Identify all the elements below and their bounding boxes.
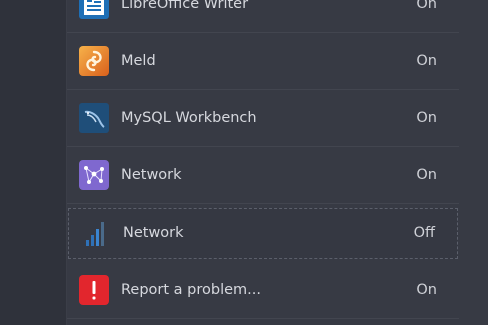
app-name: LibreOffice Writer (121, 0, 249, 12)
app-name: Report a problem... (121, 282, 261, 298)
app-name: Network (121, 167, 182, 183)
mysql-workbench-icon (79, 103, 109, 133)
list-item-network-signal[interactable]: Network Off (68, 208, 458, 259)
sidebar-area (0, 0, 67, 325)
network-signal-icon (80, 218, 110, 248)
notification-state: On (416, 167, 437, 183)
notification-state: On (416, 53, 437, 69)
app-name: Meld (121, 53, 156, 69)
list-item-network[interactable]: Network On (67, 147, 459, 204)
notification-state: Off (413, 225, 435, 241)
app-name: Network (123, 225, 184, 241)
network-icon (79, 160, 109, 190)
meld-icon (79, 46, 109, 76)
list-item-report-a-problem[interactable]: Report a problem... On (67, 262, 459, 319)
notification-state: On (416, 0, 437, 12)
list-item-meld[interactable]: Meld On (67, 33, 459, 90)
app-name: MySQL Workbench (121, 110, 257, 126)
notifications-settings-screen: LibreOffice Writer On Meld On MySQL Work… (0, 0, 488, 325)
report-problem-icon (79, 275, 109, 305)
notification-state: On (416, 110, 437, 126)
list-item-mysql-workbench[interactable]: MySQL Workbench On (67, 90, 459, 147)
app-notification-list-panel: LibreOffice Writer On Meld On MySQL Work… (67, 0, 488, 325)
notification-state: On (416, 282, 437, 298)
list-item-libreoffice-writer[interactable]: LibreOffice Writer On (67, 0, 459, 33)
libreoffice-writer-icon (79, 0, 109, 19)
